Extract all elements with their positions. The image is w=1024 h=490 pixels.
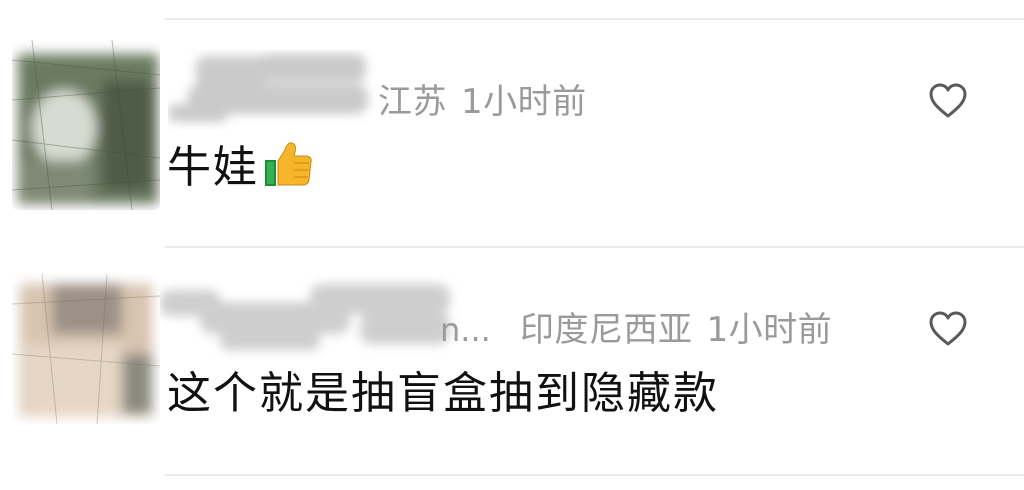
username-redacted[interactable] xyxy=(160,272,460,362)
like-button[interactable] xyxy=(928,82,968,120)
timestamp: 1小时前 xyxy=(706,310,833,350)
avatar[interactable] xyxy=(12,40,160,210)
avatar-image xyxy=(12,40,160,210)
username-redacted[interactable] xyxy=(168,50,378,130)
comment-text-content: 牛娃 xyxy=(167,142,259,193)
username-truncated[interactable]: n... xyxy=(440,310,491,350)
comment-text-content: 这个就是抽盲盒抽到隐藏款 xyxy=(167,368,719,419)
divider-bottom xyxy=(165,474,1024,476)
comment-text: 这个就是抽盲盒抽到隐藏款 xyxy=(167,368,719,420)
avatar-image xyxy=(12,274,160,424)
comment-list: 江苏 1小时前 牛娃 n... 印度尼西亚 1小时前 这个就是抽盲盒抽到隐藏款 xyxy=(0,0,1024,490)
heart-outline-icon xyxy=(929,83,967,118)
thumbs-up-icon xyxy=(263,138,313,200)
heart-outline-icon xyxy=(929,311,967,346)
comment-meta: 印度尼西亚 1小时前 xyxy=(520,310,832,350)
avatar[interactable] xyxy=(12,274,160,424)
like-button[interactable] xyxy=(928,310,968,348)
timestamp: 1小时前 xyxy=(461,82,587,122)
comment-text: 牛娃 xyxy=(167,138,313,200)
comment-item-2: n... 印度尼西亚 1小时前 这个就是抽盲盒抽到隐藏款 xyxy=(0,246,1024,476)
comment-meta: 江苏 1小时前 xyxy=(378,82,587,122)
comment-item-1: 江苏 1小时前 牛娃 xyxy=(0,0,1024,246)
location: 江苏 xyxy=(378,82,447,122)
location: 印度尼西亚 xyxy=(520,310,693,350)
